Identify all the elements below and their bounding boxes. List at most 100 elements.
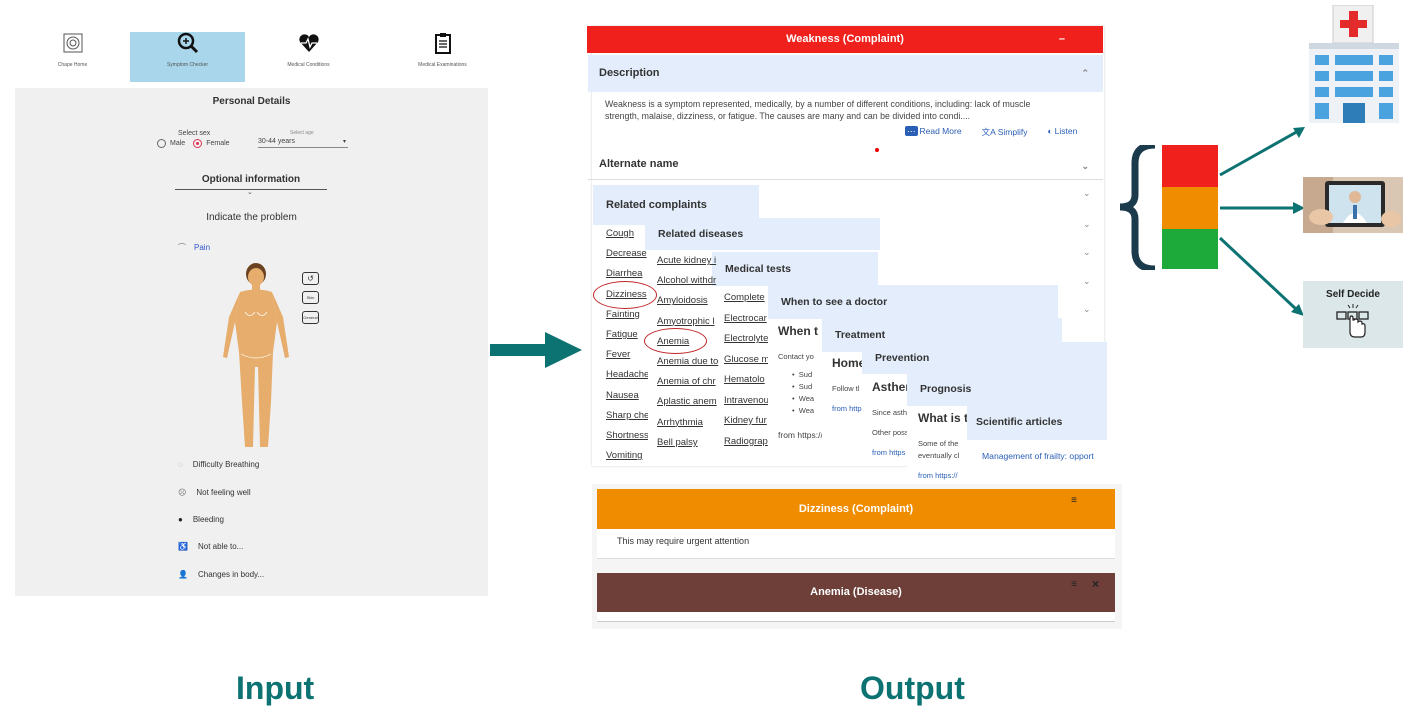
menu-icon[interactable]: ≡: [1071, 481, 1077, 521]
alternate-name-accordion[interactable]: Alternate name ⌄: [588, 148, 1103, 180]
alternate-name-label: Alternate name: [599, 158, 679, 170]
input-label: Input: [236, 670, 315, 706]
list-link[interactable]: Vomiting: [606, 450, 648, 461]
female-radio[interactable]: [193, 139, 203, 148]
articles-bg: [967, 440, 1107, 482]
list-link[interactable]: Hematolo: [724, 374, 768, 385]
list-link[interactable]: Fatigue: [606, 329, 648, 340]
list-link[interactable]: Radiograp: [724, 436, 768, 447]
when-to-see-doctor-panel[interactable]: When to see a doctor: [768, 285, 1058, 319]
minimize-button[interactable]: –: [1059, 26, 1065, 53]
prevention-panel[interactable]: Prevention: [862, 342, 1107, 374]
nav-label: Chape Home: [57, 62, 88, 68]
output-label: Output: [860, 670, 965, 706]
from-https-link[interactable]: from https: [872, 448, 905, 457]
list-link[interactable]: Amyloidosis: [657, 295, 719, 306]
related-diseases-panel[interactable]: Related diseases: [645, 218, 880, 250]
green-level: [1162, 229, 1218, 269]
problem-label: Changes in body...: [197, 570, 265, 579]
nav-chape-home[interactable]: Chape Home: [15, 32, 130, 82]
description-accordion[interactable]: Description ⌃: [588, 55, 1103, 92]
weakness-header: Weakness (Complaint) –: [587, 26, 1103, 53]
list-link[interactable]: Electrolyte: [724, 333, 768, 344]
list-link[interactable]: Shortness: [606, 430, 648, 441]
list-link[interactable]: Nausea: [606, 390, 648, 401]
flow-arrow-icon: [490, 332, 582, 368]
pain-option[interactable]: ⌒ Pain: [178, 242, 210, 253]
problem-difficulty-breathing[interactable]: ◌ Difficulty Breathing: [178, 460, 259, 469]
nav-medical-conditions[interactable]: Medical Conditions: [251, 32, 366, 82]
chevron-down-icon: ⌄: [1083, 219, 1091, 229]
close-icon[interactable]: ×: [1092, 565, 1099, 604]
list-link[interactable]: Intravenou: [724, 395, 768, 406]
male-label: Male: [170, 140, 186, 147]
general-button[interactable]: General: [302, 311, 319, 324]
orange-level: [1162, 187, 1218, 229]
list-link[interactable]: Anemia: [657, 336, 719, 347]
scientific-articles-panel[interactable]: Scientific articles: [967, 404, 1107, 440]
bullet-icon: •: [792, 394, 799, 403]
list-link[interactable]: Amyotrophic l: [657, 316, 719, 327]
anemia-header: Anemia (Disease) ≡ ×: [597, 573, 1115, 612]
listen-button[interactable]: ◐ Listen: [1048, 126, 1078, 138]
translate-icon: 文A: [981, 127, 996, 137]
header-title: Weakness (Complaint): [786, 33, 904, 45]
from-http-link[interactable]: from http: [832, 404, 862, 413]
age-value: 30-44 years: [258, 138, 295, 145]
list-link[interactable]: Complete: [724, 292, 768, 303]
listen-label: Listen: [1054, 126, 1078, 136]
list-link[interactable]: Fainting: [606, 309, 648, 320]
description-line-1: Weakness is a symptom represented, medic…: [605, 99, 1031, 109]
prognosis-panel[interactable]: Prognosis: [907, 372, 1107, 406]
description-line-2: strength, malaise, dizziness, or fatigue…: [605, 111, 971, 121]
triage-arrows: [1218, 127, 1305, 316]
rotate-body-button[interactable]: ↺: [302, 272, 319, 285]
list-link[interactable]: Bell palsy: [657, 437, 719, 448]
follow-text: Follow tl: [832, 384, 860, 393]
bullet-icon: •: [792, 406, 799, 415]
skin-button[interactable]: Skin: [302, 291, 319, 304]
problem-changes-in-body[interactable]: 👤 Changes in body...: [178, 570, 264, 579]
description-actions: ⋯ Read More 文A Simplify ◐ Listen: [905, 126, 1077, 138]
person-icon: 👤: [178, 570, 188, 579]
body-figure[interactable]: [215, 262, 300, 452]
list-link[interactable]: Dizziness: [606, 289, 648, 300]
list-link[interactable]: Cough: [606, 228, 648, 239]
male-radio[interactable]: [157, 139, 166, 148]
list-link[interactable]: Anemia of chr: [657, 376, 719, 387]
list-link[interactable]: Alcohol withdr: [657, 275, 719, 286]
telemedicine-tablet-image: [1303, 177, 1403, 233]
list-link[interactable]: Aplastic anem: [657, 396, 719, 407]
list-link[interactable]: Fever: [606, 349, 648, 360]
list-link[interactable]: Sharp che: [606, 410, 648, 421]
sick-person-icon: ☹: [178, 488, 187, 497]
list-link[interactable]: Kidney fur: [724, 415, 768, 426]
simplify-button[interactable]: 文A Simplify: [982, 126, 1028, 138]
from-https2-link[interactable]: from https://: [918, 471, 958, 480]
other-text: Other poss: [872, 428, 909, 437]
nav-medical-examinations[interactable]: Medical Examinations: [385, 32, 500, 82]
list-link[interactable]: Glucose m: [724, 354, 768, 365]
problem-not-feeling-well[interactable]: ☹ Not feeling well: [178, 488, 251, 497]
list-link[interactable]: Anemia due to: [657, 356, 719, 367]
menu-icon[interactable]: ≡: [1071, 565, 1077, 604]
list-link[interactable]: Diarrhea: [606, 268, 648, 279]
clipboard-icon: [434, 33, 451, 54]
list-link[interactable]: Electrocar: [724, 313, 768, 324]
problem-not-able-to[interactable]: ♿ Not able to...: [178, 542, 243, 551]
list-link[interactable]: Decrease: [606, 248, 648, 259]
what-is-heading: What is t: [918, 411, 968, 425]
bullet-icon: •: [792, 382, 799, 391]
medical-tests-panel[interactable]: Medical tests: [712, 252, 878, 286]
read-more-button[interactable]: ⋯ Read More: [905, 126, 962, 138]
age-select[interactable]: 30-44 years ▾: [258, 138, 348, 148]
list-link[interactable]: Arrhythmia: [657, 417, 719, 428]
bullet-text: Wea: [798, 406, 815, 415]
list-link[interactable]: Acute kidney i: [657, 255, 719, 266]
list-link[interactable]: Headache: [606, 369, 648, 380]
problem-bleeding[interactable]: ● Bleeding: [178, 515, 224, 524]
nav-symptom-checker[interactable]: Symptom Checker: [130, 32, 245, 82]
article-link[interactable]: Management of frailty: opport: [982, 451, 1107, 461]
heart-icon: [298, 34, 319, 52]
personal-details-title: Personal Details: [212, 96, 291, 107]
